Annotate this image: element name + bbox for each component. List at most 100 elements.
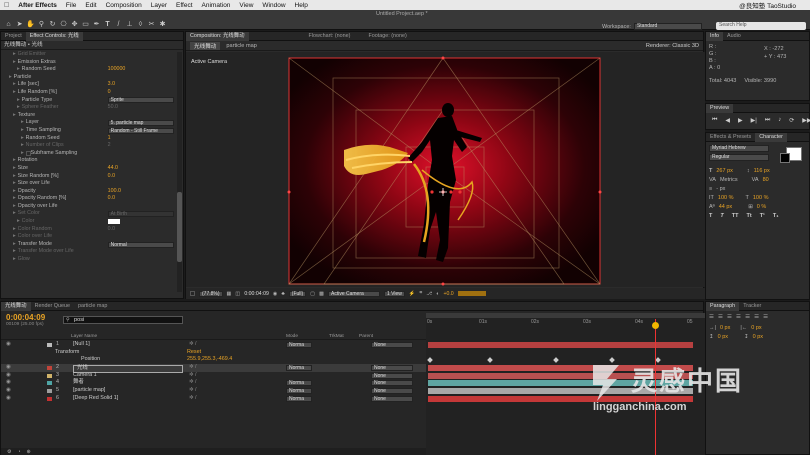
effect-property-row[interactable]: ▸ Subframe Sampling bbox=[1, 150, 183, 158]
leading-value[interactable]: 116 px bbox=[754, 168, 770, 174]
effect-property-row[interactable]: ▸ Glow bbox=[1, 256, 183, 264]
disclosure-triangle-icon[interactable]: ▸ bbox=[13, 233, 16, 241]
time-ruler[interactable]: 0s 01s 02s 03s 04s 05 bbox=[426, 319, 705, 329]
blend-mode-dropdown[interactable]: Norma bbox=[286, 342, 312, 348]
resolution-dropdown[interactable]: (Full) bbox=[288, 290, 307, 297]
tab-timeline-comp[interactable]: 光线舞动 bbox=[1, 301, 31, 311]
disclosure-triangle-icon[interactable]: ▸ bbox=[13, 226, 16, 234]
menu-view[interactable]: View bbox=[239, 2, 253, 9]
menu-window[interactable]: Window bbox=[262, 2, 285, 9]
justify-left-icon[interactable]: ☰ bbox=[736, 314, 741, 320]
disclosure-triangle-icon[interactable]: ▸ bbox=[17, 218, 20, 226]
disclosure-triangle-icon[interactable]: ▸ bbox=[21, 135, 24, 143]
vertical-scale-value[interactable]: 100 % bbox=[718, 195, 734, 201]
label-color-swatch[interactable] bbox=[47, 366, 52, 371]
effect-property-row[interactable]: ▸ Set Color At Birth bbox=[1, 210, 183, 218]
tab-project[interactable]: Project bbox=[1, 32, 26, 41]
effect-property-row[interactable]: ▸ Particle Type Sprite bbox=[1, 97, 183, 105]
disclosure-triangle-icon[interactable]: ▸ bbox=[13, 173, 16, 181]
layer-name[interactable]: [Deep Red Solid 1] bbox=[73, 395, 118, 403]
puppet-tool-icon[interactable]: ✱ bbox=[158, 20, 167, 29]
effect-property-value[interactable]: 3.0 bbox=[108, 81, 115, 89]
col-trkmat[interactable]: TrkMat bbox=[329, 334, 344, 339]
kerning-value[interactable]: Metrics bbox=[720, 177, 738, 183]
ram-preview-icon[interactable]: ▶▶ bbox=[802, 117, 810, 124]
faux-italic-button[interactable]: T bbox=[720, 213, 723, 219]
tab-flowchart[interactable]: Flowchart: (none) bbox=[305, 32, 355, 41]
zoom-dropdown[interactable]: (77.8%) bbox=[199, 290, 223, 297]
fast-previews-icon[interactable]: ⚡ bbox=[409, 291, 415, 297]
keyframe-marker[interactable] bbox=[427, 357, 433, 364]
blend-mode-dropdown[interactable]: Norma bbox=[286, 388, 312, 395]
current-time[interactable]: 0:00:04:09 bbox=[6, 313, 45, 322]
space-after-value[interactable]: 0 px bbox=[753, 334, 763, 340]
horizontal-scale-value[interactable]: 100 % bbox=[753, 195, 769, 201]
indent-right-value[interactable]: 0 px bbox=[751, 325, 761, 331]
disclosure-triangle-icon[interactable]: ▸ bbox=[17, 104, 20, 112]
timeline-layer-row[interactable]: ◉ 5 [particle map] ✲ / Norma None bbox=[1, 387, 426, 395]
subscript-button[interactable]: T₁ bbox=[773, 213, 779, 219]
tab-particle-map[interactable]: particle map bbox=[74, 302, 111, 311]
timeline-layer-row[interactable]: Transform Reset bbox=[1, 349, 426, 357]
visibility-eye-icon[interactable]: ◉ bbox=[6, 341, 11, 349]
search-help-input[interactable]: Search Help bbox=[716, 22, 806, 30]
layer-name[interactable]: Transform bbox=[55, 349, 79, 357]
indent-left-value[interactable]: 0 px bbox=[720, 325, 730, 331]
effect-property-value[interactable]: 44.0 bbox=[108, 165, 118, 173]
effect-property-value[interactable]: 1 bbox=[108, 135, 111, 143]
superscript-button[interactable]: T¹ bbox=[760, 213, 765, 219]
visibility-eye-icon[interactable]: ◉ bbox=[6, 364, 11, 372]
pan-behind-tool-icon[interactable]: ✥ bbox=[70, 20, 79, 29]
tab-composition[interactable]: Composition: 光线舞动 bbox=[186, 31, 249, 41]
effect-property-row[interactable]: ▸ Random Seed 1 bbox=[1, 135, 183, 143]
effect-property-row[interactable]: ▸ Layer 5. particle map bbox=[1, 119, 183, 127]
effect-property-row[interactable]: ▸ Color bbox=[1, 218, 183, 226]
faux-bold-button[interactable]: T bbox=[709, 213, 712, 219]
timecode[interactable]: 0:00:04:09 bbox=[244, 291, 269, 297]
align-right-icon[interactable]: ☰ bbox=[727, 314, 732, 320]
effect-property-value[interactable]: 0.0 bbox=[108, 195, 115, 203]
tracking-value[interactable]: 80 bbox=[763, 177, 769, 183]
effect-property-dropdown[interactable]: Normal bbox=[107, 241, 174, 248]
effect-property-row[interactable]: ▸ Color over Life bbox=[1, 233, 183, 241]
effect-property-value[interactable]: 0 bbox=[108, 89, 111, 97]
selection-tool-icon[interactable]: ➤ bbox=[15, 20, 24, 29]
effect-property-row[interactable]: ▸ Life Random [%] 0 bbox=[1, 89, 183, 97]
blend-mode-dropdown[interactable]: Norma bbox=[286, 380, 312, 387]
flowchart-icon[interactable]: ⎇ bbox=[426, 291, 432, 297]
timeline-layer-row[interactable]: ◉ 1 [Null 1] ✲ / Norma None bbox=[1, 341, 426, 349]
scrollbar-thumb[interactable] bbox=[177, 192, 182, 262]
scrollbar[interactable] bbox=[177, 52, 182, 292]
playhead-handle[interactable] bbox=[652, 322, 659, 329]
first-frame-icon[interactable]: ⏮ bbox=[712, 117, 717, 124]
effect-property-row[interactable]: ▸ Size 44.0 bbox=[1, 165, 183, 173]
blend-mode-dropdown[interactable]: Norma bbox=[286, 365, 312, 372]
layer-switches[interactable]: ✲ / bbox=[189, 395, 197, 403]
keyframe-marker[interactable] bbox=[553, 357, 559, 364]
justify-all-icon[interactable]: ☰ bbox=[763, 314, 768, 320]
work-area-bar[interactable] bbox=[426, 313, 705, 318]
tab-preview[interactable]: Preview bbox=[706, 103, 734, 113]
tab-tracker[interactable]: Tracker bbox=[739, 302, 765, 311]
parent-dropdown[interactable]: None bbox=[371, 365, 413, 372]
comp-canvas[interactable] bbox=[186, 52, 705, 287]
property-value[interactable]: Reset bbox=[187, 349, 201, 357]
exposure-value[interactable]: +0.0 bbox=[443, 291, 453, 297]
channel-icon[interactable]: ♣ bbox=[281, 291, 284, 297]
timeline-layer-row[interactable]: Position 255.9,255.3,-469.4 bbox=[1, 356, 426, 364]
disclosure-triangle-icon[interactable]: ▸ bbox=[13, 180, 16, 188]
effect-property-row[interactable]: ▸ Emission Extras bbox=[1, 59, 183, 67]
layer-name[interactable]: [Null 1] bbox=[73, 341, 90, 349]
effect-property-row[interactable]: ▸ Random Seed 100000 bbox=[1, 66, 183, 74]
effect-property-dropdown[interactable]: 5. particle map bbox=[107, 120, 174, 127]
small-caps-button[interactable]: Tt bbox=[746, 213, 751, 219]
effect-property-value[interactable]: 0.0 bbox=[108, 226, 115, 234]
pen-tool-icon[interactable]: ✒ bbox=[92, 20, 101, 29]
disclosure-triangle-icon[interactable]: ▸ bbox=[13, 241, 16, 249]
layer-switches[interactable]: ✲ / bbox=[189, 364, 197, 372]
visibility-eye-icon[interactable]: ◉ bbox=[6, 395, 11, 403]
all-caps-button[interactable]: TT bbox=[732, 213, 739, 219]
tab-info[interactable]: Info bbox=[706, 31, 723, 41]
disclosure-triangle-icon[interactable]: ▸ bbox=[13, 210, 16, 218]
workspace-dropdown[interactable]: Standard bbox=[633, 23, 702, 30]
